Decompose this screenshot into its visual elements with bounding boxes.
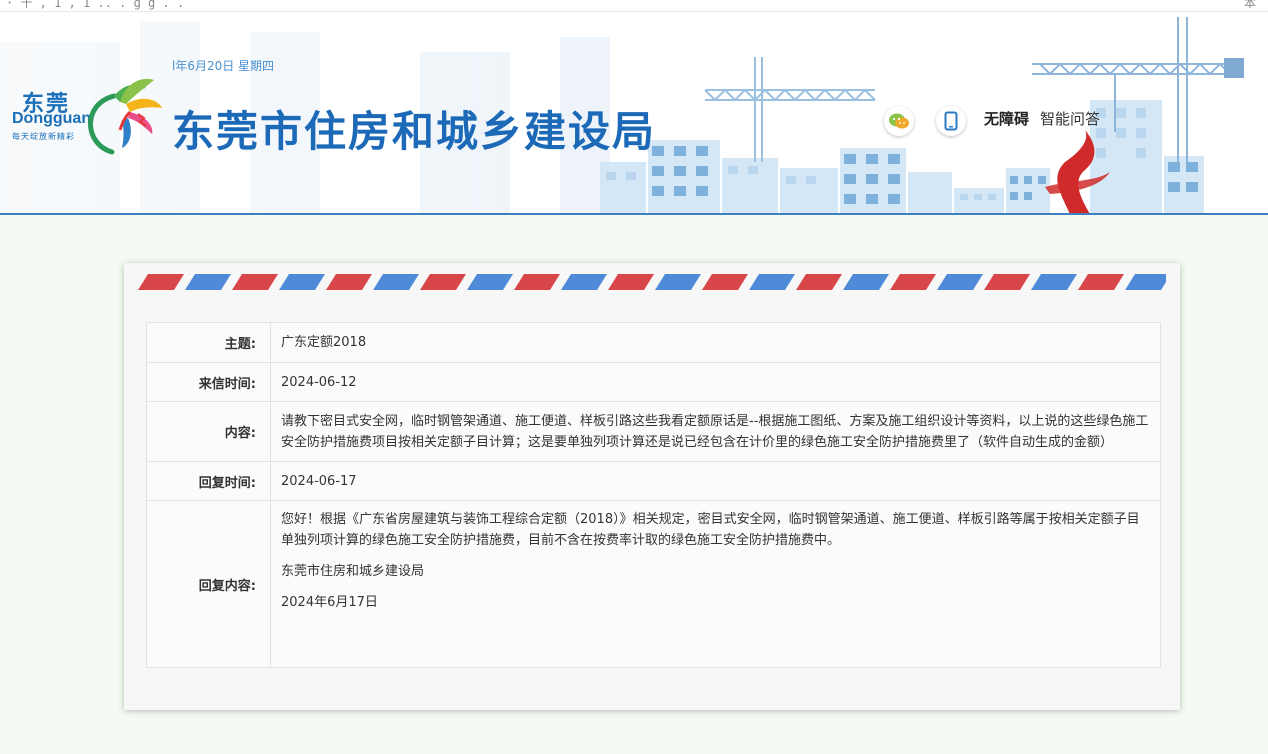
reply-date-label: 回复时间: [146, 461, 271, 501]
current-date: l年6月20日 星期四 [172, 59, 275, 73]
airmail-blue-stripe [279, 274, 325, 290]
subject-value: 广东定额2018 [270, 322, 1161, 363]
reply-value: 您好！根据《广东省房屋建筑与装饰工程综合定额（2018）》相关规定，密目式安全网… [270, 500, 1161, 668]
sent-date-value: 2024-06-12 [270, 362, 1161, 402]
airmail-blue-stripe [1125, 274, 1166, 290]
site-header: 东莞 Dongguan 每天绽放新精彩 l年6月20日 星期四 东莞市住房和城乡… [0, 12, 1268, 214]
dongguan-logo[interactable]: 东莞 Dongguan 每天绽放新精彩 [12, 74, 162, 166]
airmail-blue-stripe [843, 274, 889, 290]
flower-emblem-icon [88, 78, 162, 155]
letter-card: 主题: 广东定额2018 来信时间: 2024-06-12 内容: 请教下密目式… [124, 263, 1180, 710]
table-row-subject: 主题: 广东定额2018 [146, 322, 1161, 363]
logo-slogan: 每天绽放新精彩 [12, 132, 75, 141]
wechat-icon [889, 113, 909, 129]
reply-date-value: 2024-06-17 [270, 461, 1161, 501]
airmail-blue-stripe [561, 274, 607, 290]
airmail-red-stripe [138, 274, 184, 290]
message-detail-table: 主题: 广东定额2018 来信时间: 2024-06-12 内容: 请教下密目式… [146, 322, 1161, 668]
airmail-blue-stripe [467, 274, 513, 290]
airmail-border-stripe [138, 274, 1166, 290]
airmail-red-stripe [702, 274, 748, 290]
mobile-button[interactable] [936, 106, 966, 136]
airmail-blue-stripe [655, 274, 701, 290]
airmail-red-stripe [1078, 274, 1124, 290]
table-row-sent-date: 来信时间: 2024-06-12 [146, 362, 1161, 402]
subject-label: 主题: [146, 322, 271, 363]
airmail-red-stripe [608, 274, 654, 290]
reply-paragraph: 您好！根据《广东省房屋建筑与装饰工程综合定额（2018）》相关规定，密目式安全网… [281, 512, 1140, 548]
content-label: 内容: [146, 401, 271, 462]
airmail-blue-stripe [1031, 274, 1077, 290]
site-title[interactable]: 东莞市住房和城乡建设局 [172, 98, 656, 159]
sent-date-label: 来信时间: [146, 362, 271, 402]
content-value: 请教下密目式安全网，临时钢管架通道、施工便道、样板引路这些我看定额原话是--根据… [270, 401, 1161, 462]
reply-date: 2024年6月17日 [281, 595, 378, 610]
accessibility-link[interactable]: 无障碍 [984, 108, 1029, 129]
browser-right-fragment: 本 [1243, 0, 1256, 10]
airmail-red-stripe [420, 274, 466, 290]
airmail-blue-stripe [749, 274, 795, 290]
airmail-red-stripe [326, 274, 372, 290]
table-row-reply: 回复内容: 您好！根据《广东省房屋建筑与装饰工程综合定额（2018）》相关规定，… [146, 500, 1161, 668]
airmail-red-stripe [514, 274, 560, 290]
airmail-red-stripe [890, 274, 936, 290]
smart-qa-link[interactable]: 智能问答 [1040, 108, 1100, 129]
airmail-blue-stripe [373, 274, 419, 290]
table-row-reply-date: 回复时间: 2024-06-17 [146, 461, 1161, 501]
reply-signature: 东莞市住房和城乡建设局 [281, 564, 425, 579]
table-row-content: 内容: 请教下密目式安全网，临时钢管架通道、施工便道、样板引路这些我看定额原话是… [146, 401, 1161, 462]
wechat-button[interactable] [884, 106, 914, 136]
reply-label: 回复内容: [146, 500, 271, 668]
browser-address-strip: · 十 , 1 , 1 .. . g g . . 本 [0, 0, 1268, 12]
airmail-blue-stripe [937, 274, 983, 290]
header-divider [0, 213, 1268, 215]
browser-url-fragment[interactable]: · 十 , 1 , 1 .. . g g . . [6, 0, 184, 11]
airmail-red-stripe [984, 274, 1030, 290]
airmail-blue-stripe [185, 274, 231, 290]
airmail-red-stripe [796, 274, 842, 290]
airmail-red-stripe [232, 274, 278, 290]
mobile-icon [944, 111, 958, 131]
